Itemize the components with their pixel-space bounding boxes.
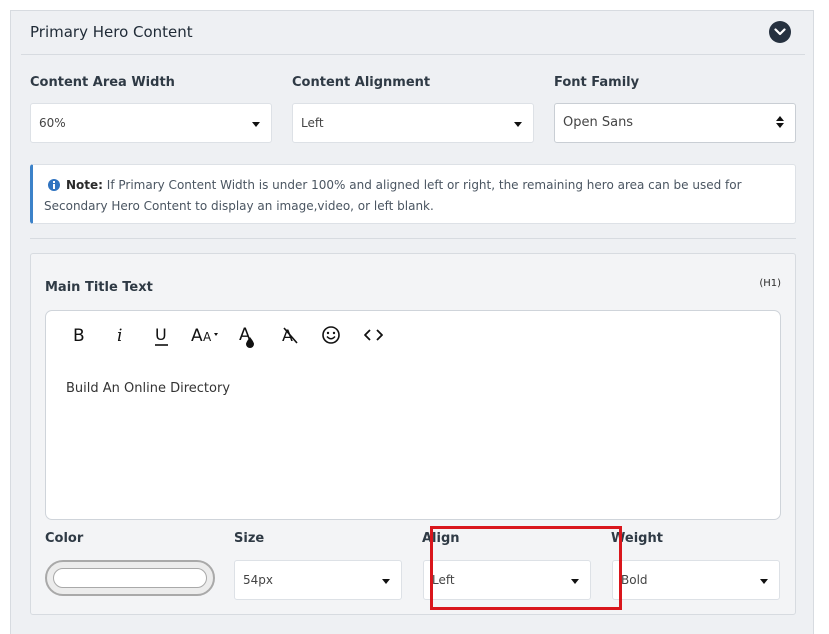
main-title-editor[interactable]: B i U AA A A Build An Online Directory	[45, 310, 781, 520]
svg-text:B: B	[73, 326, 85, 346]
font-family-select[interactable]: Open Sans	[554, 103, 796, 143]
panel-header[interactable]: Primary Hero Content	[21, 11, 805, 55]
primary-hero-content-panel: Primary Hero Content Content Area Width …	[10, 10, 814, 634]
note-prefix: Note:	[66, 178, 103, 192]
svg-text:A: A	[191, 326, 203, 346]
content-alignment-label: Content Alignment	[292, 75, 431, 90]
content-alignment-value: Left	[301, 116, 324, 130]
caret-down-icon	[514, 122, 522, 127]
sort-arrows-icon	[776, 116, 784, 130]
caret-down-icon	[760, 579, 768, 584]
font-size-icon[interactable]: AA	[190, 323, 224, 347]
code-view-icon[interactable]	[362, 323, 390, 347]
content-area-width-select[interactable]: 60%	[30, 103, 272, 143]
main-title-card: Main Title Text (H1) B i U AA A A Build …	[30, 253, 796, 615]
weight-select[interactable]: Bold	[612, 560, 780, 600]
main-title-label: Main Title Text	[45, 280, 153, 295]
chevron-down-icon[interactable]	[769, 21, 791, 43]
section-divider	[30, 238, 796, 239]
content-area-width-value: 60%	[39, 116, 66, 130]
color-label: Color	[45, 531, 84, 546]
content-area-width-label: Content Area Width	[30, 75, 175, 90]
svg-text:A: A	[203, 330, 212, 344]
svg-text:i: i	[117, 326, 122, 346]
clear-format-icon[interactable]: A	[280, 323, 308, 347]
bold-icon[interactable]: B	[70, 323, 98, 347]
info-icon	[48, 179, 60, 191]
note-box: Note: If Primary Content Width is under …	[30, 164, 796, 224]
size-label: Size	[234, 531, 265, 546]
svg-text:U: U	[155, 325, 167, 344]
weight-value: Bold	[621, 573, 648, 587]
content-alignment-select[interactable]: Left	[292, 103, 534, 143]
size-select[interactable]: 54px	[234, 560, 402, 600]
note-body: If Primary Content Width is under 100% a…	[44, 178, 742, 213]
heading-tag: (H1)	[759, 278, 781, 289]
panel-title: Primary Hero Content	[30, 23, 193, 41]
text-color-icon[interactable]: A	[238, 323, 266, 348]
color-picker[interactable]	[45, 560, 215, 596]
caret-down-icon	[252, 122, 260, 127]
underline-icon[interactable]: U	[152, 323, 180, 347]
size-value: 54px	[243, 573, 273, 587]
note-text: Note: If Primary Content Width is under …	[44, 175, 784, 217]
caret-down-icon	[382, 579, 390, 584]
italic-icon[interactable]: i	[112, 323, 140, 347]
emoji-icon[interactable]	[321, 323, 349, 347]
editor-content[interactable]: Build An Online Directory	[66, 381, 230, 396]
font-family-label: Font Family	[554, 75, 640, 90]
color-swatch[interactable]	[53, 568, 207, 588]
align-highlight-box	[430, 526, 622, 610]
font-family-value: Open Sans	[563, 115, 634, 130]
